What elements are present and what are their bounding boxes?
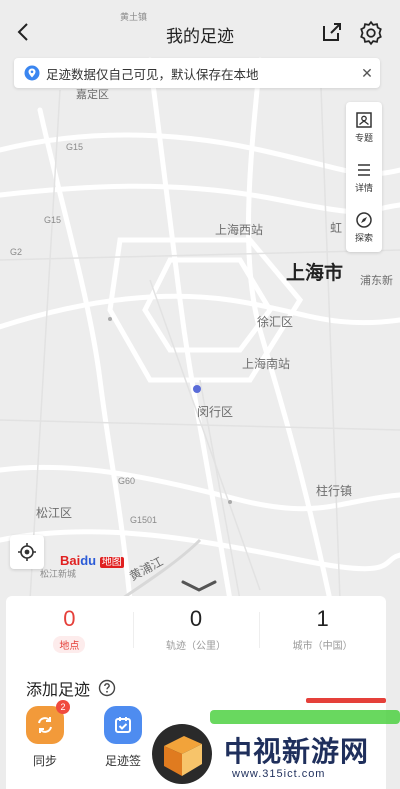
list-icon (358, 163, 370, 176)
help-icon[interactable] (98, 679, 116, 697)
stat-value: 0 (63, 606, 76, 631)
stats-row: 0 地点 0 轨迹（公里） 1 城市（中国） (6, 604, 386, 664)
watermark-url: www.315ict.com (232, 768, 326, 780)
action-label: 同步 (32, 754, 57, 768)
stat-cities[interactable]: 1 城市（中国） (259, 604, 386, 664)
notice-text: 足迹数据仅自己可见，默认保存在本地 (46, 67, 259, 82)
map-label: 虹 (330, 221, 343, 235)
stat-label: 城市（中国） (292, 641, 353, 652)
location-dot (193, 385, 201, 393)
chevron-down-icon[interactable] (180, 578, 218, 594)
map-label: G60 (118, 476, 136, 486)
watermark-name: 中视新游网 (224, 736, 370, 767)
side-label: 探索 (354, 232, 373, 243)
map-label: 松江区 (36, 506, 73, 520)
stat-places[interactable]: 0 地点 (6, 604, 133, 664)
add-footprint-heading: 添加足迹 (26, 676, 116, 700)
explore-icon (356, 211, 372, 228)
stat-label: 地点 (53, 636, 86, 653)
location-pin-icon (24, 65, 40, 81)
privacy-notice: 足迹数据仅自己可见，默认保存在本地 ✕ (14, 58, 380, 88)
calendar-check-icon (104, 706, 142, 744)
crosshair-icon (18, 543, 36, 561)
topic-icon (356, 111, 372, 128)
site-watermark: 中视新游网 www.315ict.com (140, 710, 400, 789)
stat-value: 1 (316, 606, 329, 631)
map-side-toolbar: 专题 详情 探索 (346, 102, 382, 252)
close-icon[interactable]: ✕ (354, 65, 380, 82)
sync-button[interactable]: 2 同步 (10, 700, 80, 769)
map-label: 上海西站 (215, 223, 264, 237)
notification-badge: 2 (56, 700, 70, 714)
share-icon[interactable] (320, 20, 344, 44)
side-label: 详情 (354, 182, 373, 193)
map-label: G15 (44, 215, 62, 225)
stat-track-distance[interactable]: 0 轨迹（公里） (132, 604, 260, 664)
topic-button[interactable]: 专题 (346, 102, 382, 152)
map-label: 柱行镇 (316, 484, 353, 498)
map-label: 浦东新 (360, 275, 393, 287)
map-label: 徐汇区 (257, 315, 294, 329)
map-label: G15 (66, 142, 84, 152)
map-label: 上海南站 (242, 357, 291, 371)
sync-icon: 2 (26, 700, 70, 744)
map-label: G1501 (130, 515, 158, 525)
locate-me-button[interactable] (10, 535, 44, 569)
map-label: 松江新城 (40, 569, 77, 579)
map-label-city: 上海市 (286, 263, 344, 284)
map-label: G2 (10, 247, 23, 257)
side-label: 专题 (354, 132, 373, 143)
stat-value: 0 (189, 606, 203, 631)
baidu-map-logo: Baidu 地图 (60, 553, 124, 568)
map-label: 嘉定区 (76, 89, 109, 101)
map-view[interactable]: 黄土镇 嘉定区 G15 G15 G2 上海西站 虹 上海市 浦东新 徐汇区 上海… (0, 0, 400, 600)
gear-icon[interactable] (358, 20, 384, 46)
map-label: 闵行区 (197, 405, 234, 419)
accent-strip (306, 698, 386, 703)
details-button[interactable]: 详情 (346, 152, 382, 202)
explore-button[interactable]: 探索 (346, 202, 382, 252)
watermark-logo-icon (152, 724, 212, 784)
stat-label: 轨迹（公里） (166, 641, 226, 652)
top-bar: 我的足迹 (0, 0, 400, 58)
